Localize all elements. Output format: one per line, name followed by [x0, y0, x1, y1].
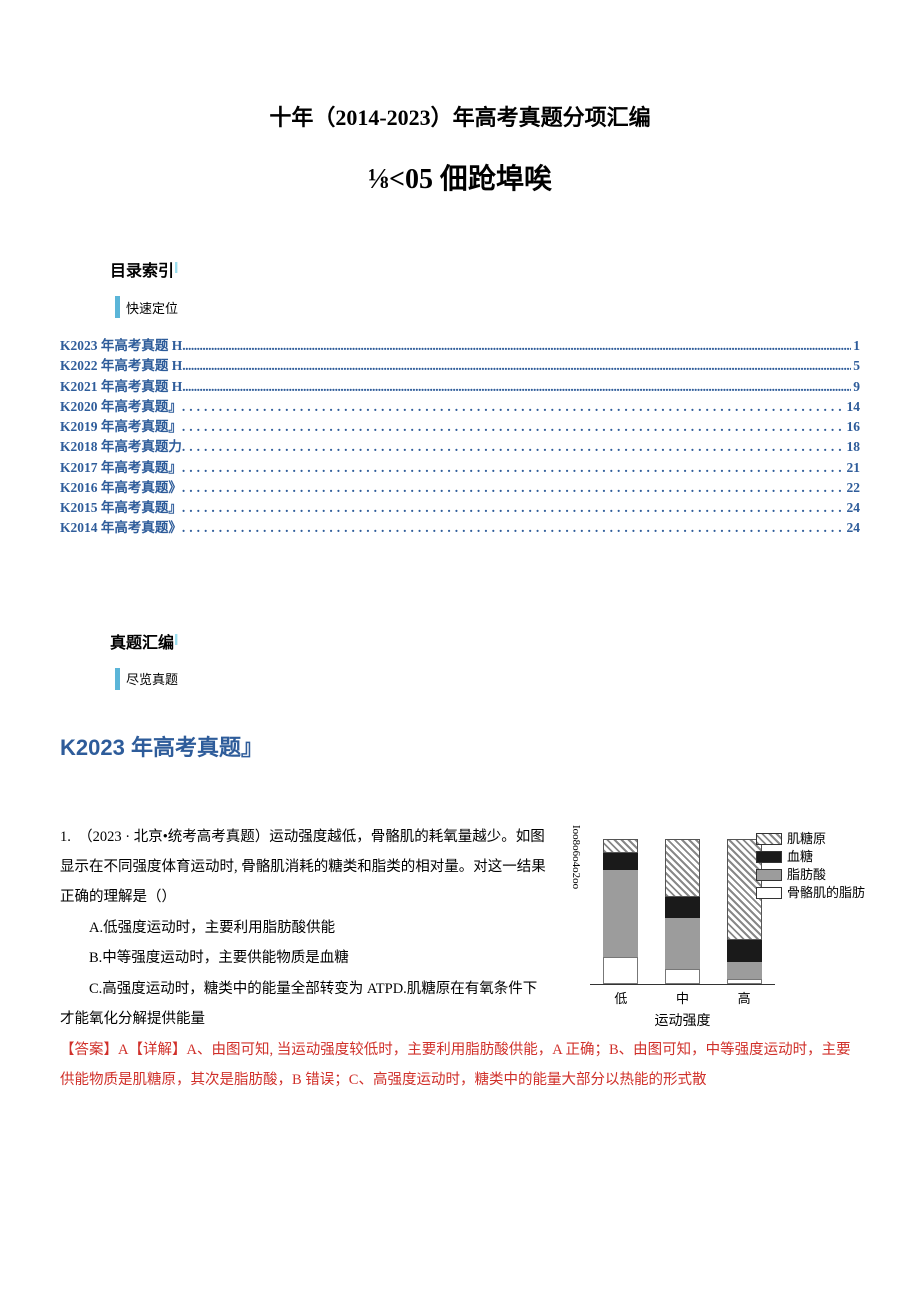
- legend-label: 肌糖原: [787, 830, 826, 848]
- toc-dots: ........................................…: [182, 356, 851, 376]
- toc-header-marker: I: [174, 260, 178, 278]
- toc-page: 18: [845, 437, 861, 457]
- legend-item: 骨骼肌的脂肪: [756, 884, 865, 902]
- compile-sub-text: 尽览真题: [126, 669, 178, 688]
- bar-segment: [603, 957, 638, 983]
- legend-swatch-icon: [756, 869, 782, 881]
- toc-dots: ........................................…: [182, 377, 851, 397]
- x-tick-label: 低: [614, 988, 627, 1007]
- toc-dots: ........................................…: [182, 417, 845, 437]
- toc-page: 9: [851, 377, 860, 397]
- accent-bar-icon: [115, 296, 120, 318]
- x-tick-label: 高: [738, 988, 751, 1007]
- legend-item: 肌糖原: [756, 830, 865, 848]
- bar-segment: [603, 870, 638, 957]
- answer-text: 【答案】A【详解】A、由图可知, 当运动强度较低时，主要利用脂肪酸供能，A 正确…: [60, 1035, 860, 1096]
- bar-segment: [727, 962, 762, 979]
- toc-dots: ........................................…: [182, 336, 851, 356]
- bar-segment: [727, 940, 762, 962]
- toc-label: K2015 年高考真题』: [60, 498, 182, 518]
- section-heading-2023: K2023 年高考真题』: [60, 730, 860, 762]
- toc-row[interactable]: K2023 年高考真题 H...........................…: [60, 336, 860, 356]
- option-c-d: C.高强度运动时，糖类中的能量全部转变为 ATPD.肌糖原在有氧条件下才能氧化分…: [60, 974, 550, 1035]
- toc-label: K2022 年高考真题 H: [60, 356, 182, 376]
- toc-page: 21: [845, 458, 861, 478]
- table-of-contents: K2023 年高考真题 H...........................…: [60, 336, 860, 539]
- bar-segment: [727, 979, 762, 983]
- main-title: 十年（2014-2023）年高考真题分项汇编: [60, 100, 860, 132]
- chart-bars-area: [590, 835, 775, 985]
- toc-row[interactable]: K2020 年高考真题』............................…: [60, 397, 860, 417]
- legend-label: 脂肪酸: [787, 866, 826, 884]
- toc-row[interactable]: K2015 年高考真题』............................…: [60, 498, 860, 518]
- toc-row[interactable]: K2017 年高考真题』............................…: [60, 458, 860, 478]
- legend-label: 血糖: [787, 848, 813, 866]
- legend-label: 骨骼肌的脂肪: [787, 884, 865, 902]
- toc-label: K2020 年高考真题』: [60, 397, 182, 417]
- chart-x-labels: 低中高: [590, 988, 775, 1007]
- toc-label: K2019 年高考真题』: [60, 417, 182, 437]
- y-axis-label: Ioo8o6o4o2oo: [570, 825, 582, 889]
- toc-row[interactable]: K2021 年高考真题 H...........................…: [60, 377, 860, 397]
- toc-dots: ........................................…: [182, 437, 845, 457]
- compile-sub: 尽览真题: [115, 668, 860, 690]
- toc-dots: ........................................…: [182, 478, 845, 498]
- toc-page: 24: [845, 498, 861, 518]
- bar-segment: [665, 897, 700, 919]
- toc-page: 24: [845, 518, 861, 538]
- question-intro: 1. （2023 · 北京•统考高考真题）运动强度越低，骨骼肌的耗氧量越少。如图…: [60, 829, 546, 906]
- toc-sub: 快速定位: [115, 296, 860, 318]
- toc-label: K2016 年高考真题》: [60, 478, 182, 498]
- bar-segment: [665, 918, 700, 969]
- legend-item: 血糖: [756, 848, 865, 866]
- legend-swatch-icon: [756, 851, 782, 863]
- toc-label: K2018 年高考真题力: [60, 437, 182, 457]
- bar-chart: 肌糖原血糖脂肪酸骨骼肌的脂肪 Ioo8o6o4o2oo 低中高 运动强度: [560, 830, 865, 1030]
- toc-sub-text: 快速定位: [126, 298, 178, 317]
- question-1: 肌糖原血糖脂肪酸骨骼肌的脂肪 Ioo8o6o4o2oo 低中高 运动强度 1. …: [60, 822, 860, 1096]
- toc-page: 1: [851, 336, 860, 356]
- toc-header: 目录索引 I: [110, 257, 860, 281]
- toc-label: K2021 年高考真题 H: [60, 377, 182, 397]
- bar-stack: [665, 839, 700, 984]
- toc-dots: ........................................…: [182, 498, 845, 518]
- accent-bar-icon: [115, 668, 120, 690]
- bar-segment: [665, 839, 700, 897]
- toc-dots: ........................................…: [182, 397, 845, 417]
- chart-x-title: 运动强度: [590, 1010, 775, 1030]
- bar-stack: [603, 839, 638, 984]
- legend-swatch-icon: [756, 887, 782, 899]
- sub-title: ⅛<05 佃跄埠唉: [60, 157, 860, 197]
- toc-label: K2014 年高考真题》: [60, 518, 182, 538]
- toc-label: K2017 年高考真题』: [60, 458, 182, 478]
- answer-prefix: 【答案】A【详解】: [60, 1042, 186, 1058]
- toc-dots: ........................................…: [182, 518, 845, 538]
- compile-header-marker: I: [174, 632, 178, 650]
- option-b: B.中等强度运动时，主要供能物质是血糖: [60, 943, 550, 973]
- compile-header: 真题汇编 I: [110, 629, 860, 653]
- toc-page: 14: [845, 397, 861, 417]
- legend-swatch-icon: [756, 833, 782, 845]
- toc-row[interactable]: K2018 年高考真题力............................…: [60, 437, 860, 457]
- toc-dots: ........................................…: [182, 458, 845, 478]
- bar-segment: [603, 839, 638, 854]
- option-a: A.低强度运动时，主要利用脂肪酸供能: [60, 913, 550, 943]
- toc-row[interactable]: K2019 年高考真题』............................…: [60, 417, 860, 437]
- compile-header-title: 真题汇编: [110, 629, 174, 653]
- toc-page: 5: [851, 356, 860, 376]
- bar-segment: [603, 853, 638, 870]
- chart-legend: 肌糖原血糖脂肪酸骨骼肌的脂肪: [756, 830, 865, 903]
- toc-header-title: 目录索引: [110, 257, 174, 281]
- toc-row[interactable]: K2022 年高考真题 H...........................…: [60, 356, 860, 376]
- toc-row[interactable]: K2016 年高考真题》............................…: [60, 478, 860, 498]
- toc-row[interactable]: K2014 年高考真题》............................…: [60, 518, 860, 538]
- x-tick-label: 中: [676, 988, 689, 1007]
- toc-label: K2023 年高考真题 H: [60, 336, 182, 356]
- bar-segment: [665, 969, 700, 984]
- toc-page: 16: [845, 417, 861, 437]
- toc-page: 22: [845, 478, 861, 498]
- legend-item: 脂肪酸: [756, 866, 865, 884]
